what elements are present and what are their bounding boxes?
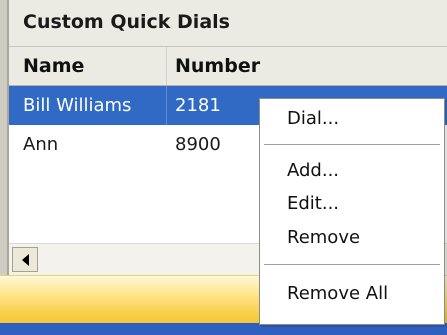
list-header: Name Number [9,47,447,86]
row-name-cell: Ann [23,134,59,155]
menu-separator [264,264,440,266]
row-name-cell: Bill Williams [9,86,167,125]
column-header-number[interactable]: Number [167,47,447,85]
context-menu: Dial... Add... Edit... Remove Remove All [259,98,445,325]
menu-item-remove-all[interactable]: Remove All [260,279,444,309]
column-header-name[interactable]: Name [9,47,167,85]
menu-item-edit[interactable]: Edit... [260,189,444,219]
menu-item-dial[interactable]: Dial... [260,104,444,134]
panel-title: Custom Quick Dials [9,0,447,47]
scroll-left-button[interactable] [12,247,38,272]
menu-item-remove[interactable]: Remove [260,223,444,253]
left-arrow-icon [21,253,29,266]
menu-separator [264,144,440,146]
row-number-cell: 8900 [175,134,221,155]
row-number-cell: 2181 [175,95,221,116]
menu-item-add[interactable]: Add... [260,156,444,186]
